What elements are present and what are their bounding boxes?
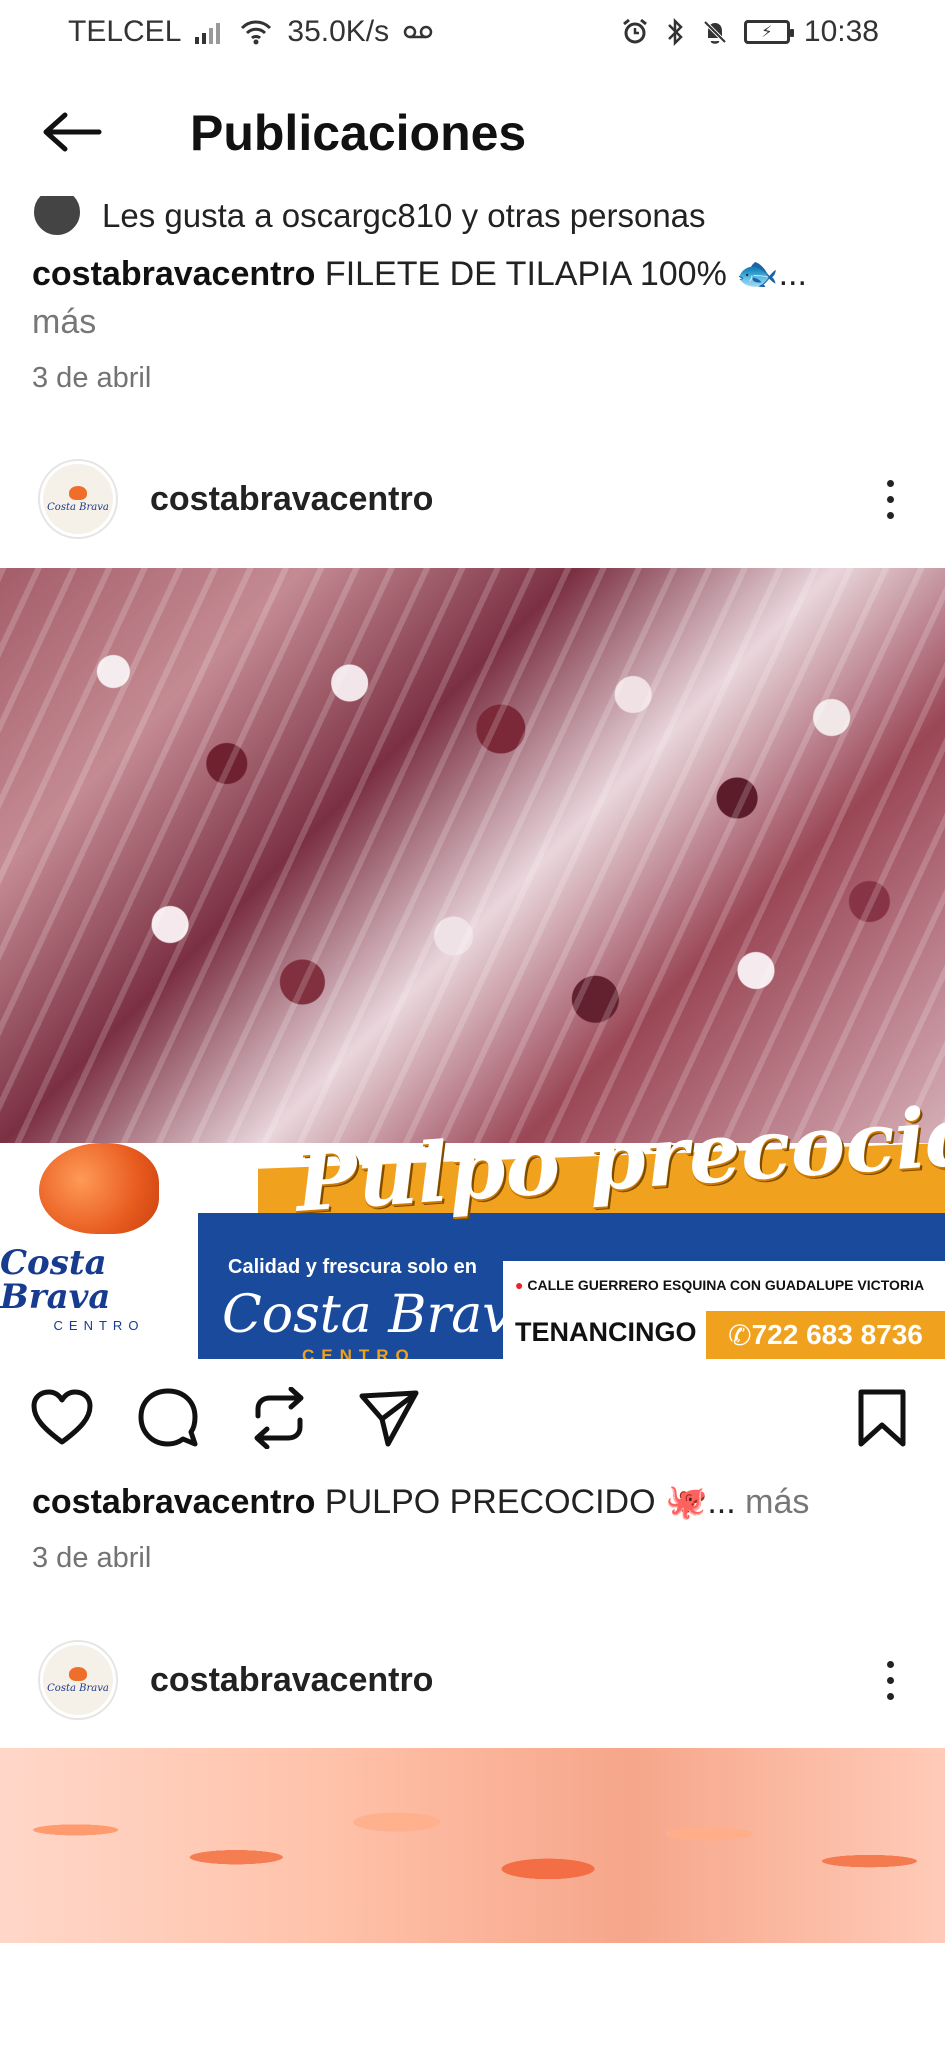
post-header: Costa Brava costabravacentro — [0, 1625, 945, 1735]
status-bar: TELCEL 35.0K/s ⚡ 10:38 — [0, 0, 945, 64]
caption-text: FILETE DE TILAPIA 100% 🐟... — [324, 255, 807, 293]
clock: 10:38 — [803, 15, 879, 48]
banner-address: ● CALLE GUERRERO ESQUINA CON GUADALUPE V… — [515, 1277, 925, 1293]
share-icon[interactable] — [355, 1384, 423, 1452]
carrier-label: TELCEL — [68, 15, 182, 48]
wifi-icon — [239, 18, 273, 46]
banner-city: TENANCINGO — [515, 1317, 697, 1347]
caption-username[interactable]: costabravacentro — [32, 1483, 315, 1521]
avatar[interactable]: Costa Brava — [38, 1640, 118, 1720]
voicemail-icon — [403, 23, 433, 41]
page-title: Publicaciones — [190, 105, 527, 161]
shrimp-product-photo — [0, 1748, 945, 1943]
brand-name: Costa Brava — [0, 1243, 111, 1317]
phone-icon: ✆ — [728, 1319, 752, 1351]
status-left: TELCEL 35.0K/s — [68, 15, 433, 49]
back-button[interactable] — [38, 108, 108, 160]
signal-icon — [195, 20, 225, 44]
bluetooth-icon — [664, 17, 686, 47]
muted-bell-icon — [700, 17, 730, 47]
avatar-brand-text: Costa Brava — [47, 1682, 109, 1694]
banner-store-name: Costa Brava — [222, 1285, 543, 1345]
post-date: 3 de abril — [32, 1542, 152, 1574]
promo-banner: Costa Brava CENTRO Pulpo precocido Calid… — [0, 1083, 945, 1359]
shrimp-icon — [39, 1143, 159, 1234]
caption-username[interactable]: costabravacentro — [32, 255, 315, 293]
banner-contact: ● CALLE GUERRERO ESQUINA CON GUADALUPE V… — [503, 1261, 945, 1359]
save-icon[interactable] — [848, 1384, 916, 1452]
post-caption[interactable]: costabravacentro PULPO PRECOCIDO 🐙... má… — [32, 1478, 809, 1526]
brand-subtitle: CENTRO — [53, 1318, 145, 1333]
arrow-left-icon — [41, 110, 105, 159]
post-image[interactable] — [0, 1748, 945, 1943]
alarm-icon — [620, 17, 650, 47]
avatar-logo: Costa Brava — [43, 464, 113, 534]
liker-avatar — [32, 196, 82, 236]
banner-brand: Costa Brava CENTRO — [0, 1143, 198, 1359]
like-icon[interactable] — [28, 1384, 96, 1452]
location-pin-icon: ● — [515, 1277, 524, 1293]
avatar-logo: Costa Brava — [43, 1645, 113, 1715]
repost-icon[interactable] — [245, 1384, 313, 1452]
avatar[interactable]: Costa Brava — [38, 459, 118, 539]
more-link[interactable]: más — [32, 303, 96, 341]
post-image[interactable]: Costa Brava CENTRO Pulpo precocido Calid… — [0, 568, 945, 1359]
more-options-icon[interactable] — [875, 469, 905, 529]
post-date: 3 de abril — [32, 362, 152, 394]
likes-text: Les gusta a oscargc810 y otras personas — [102, 197, 706, 234]
battery-icon: ⚡ — [743, 20, 794, 44]
likes-summary[interactable]: Les gusta a oscargc810 y otras personas — [32, 196, 706, 236]
avatar-brand-text: Costa Brava — [47, 501, 109, 513]
more-options-icon[interactable] — [875, 1650, 905, 1710]
octopus-product-photo — [0, 568, 945, 1143]
shrimp-icon — [69, 485, 87, 500]
post-username[interactable]: costabravacentro — [150, 1661, 433, 1700]
banner-phone: ✆ 722 683 8736 — [706, 1311, 945, 1359]
post-header: Costa Brava costabravacentro — [0, 444, 945, 554]
post-username[interactable]: costabravacentro — [150, 480, 433, 519]
shrimp-icon — [69, 1666, 87, 1681]
post-caption[interactable]: costabravacentro FILETE DE TILAPIA 100% … — [32, 250, 807, 346]
network-speed: 35.0K/s — [287, 15, 390, 48]
comment-icon[interactable] — [134, 1384, 202, 1452]
banner-tagline: Calidad y frescura solo en — [228, 1256, 477, 1278]
banner-store-subtitle: CENTRO — [302, 1346, 416, 1359]
caption-text: PULPO PRECOCIDO 🐙... — [324, 1483, 736, 1521]
app-header: Publicaciones — [0, 64, 945, 210]
more-link[interactable]: más — [745, 1483, 809, 1521]
status-right: ⚡ 10:38 — [620, 15, 879, 49]
post-action-bar — [0, 1360, 945, 1472]
